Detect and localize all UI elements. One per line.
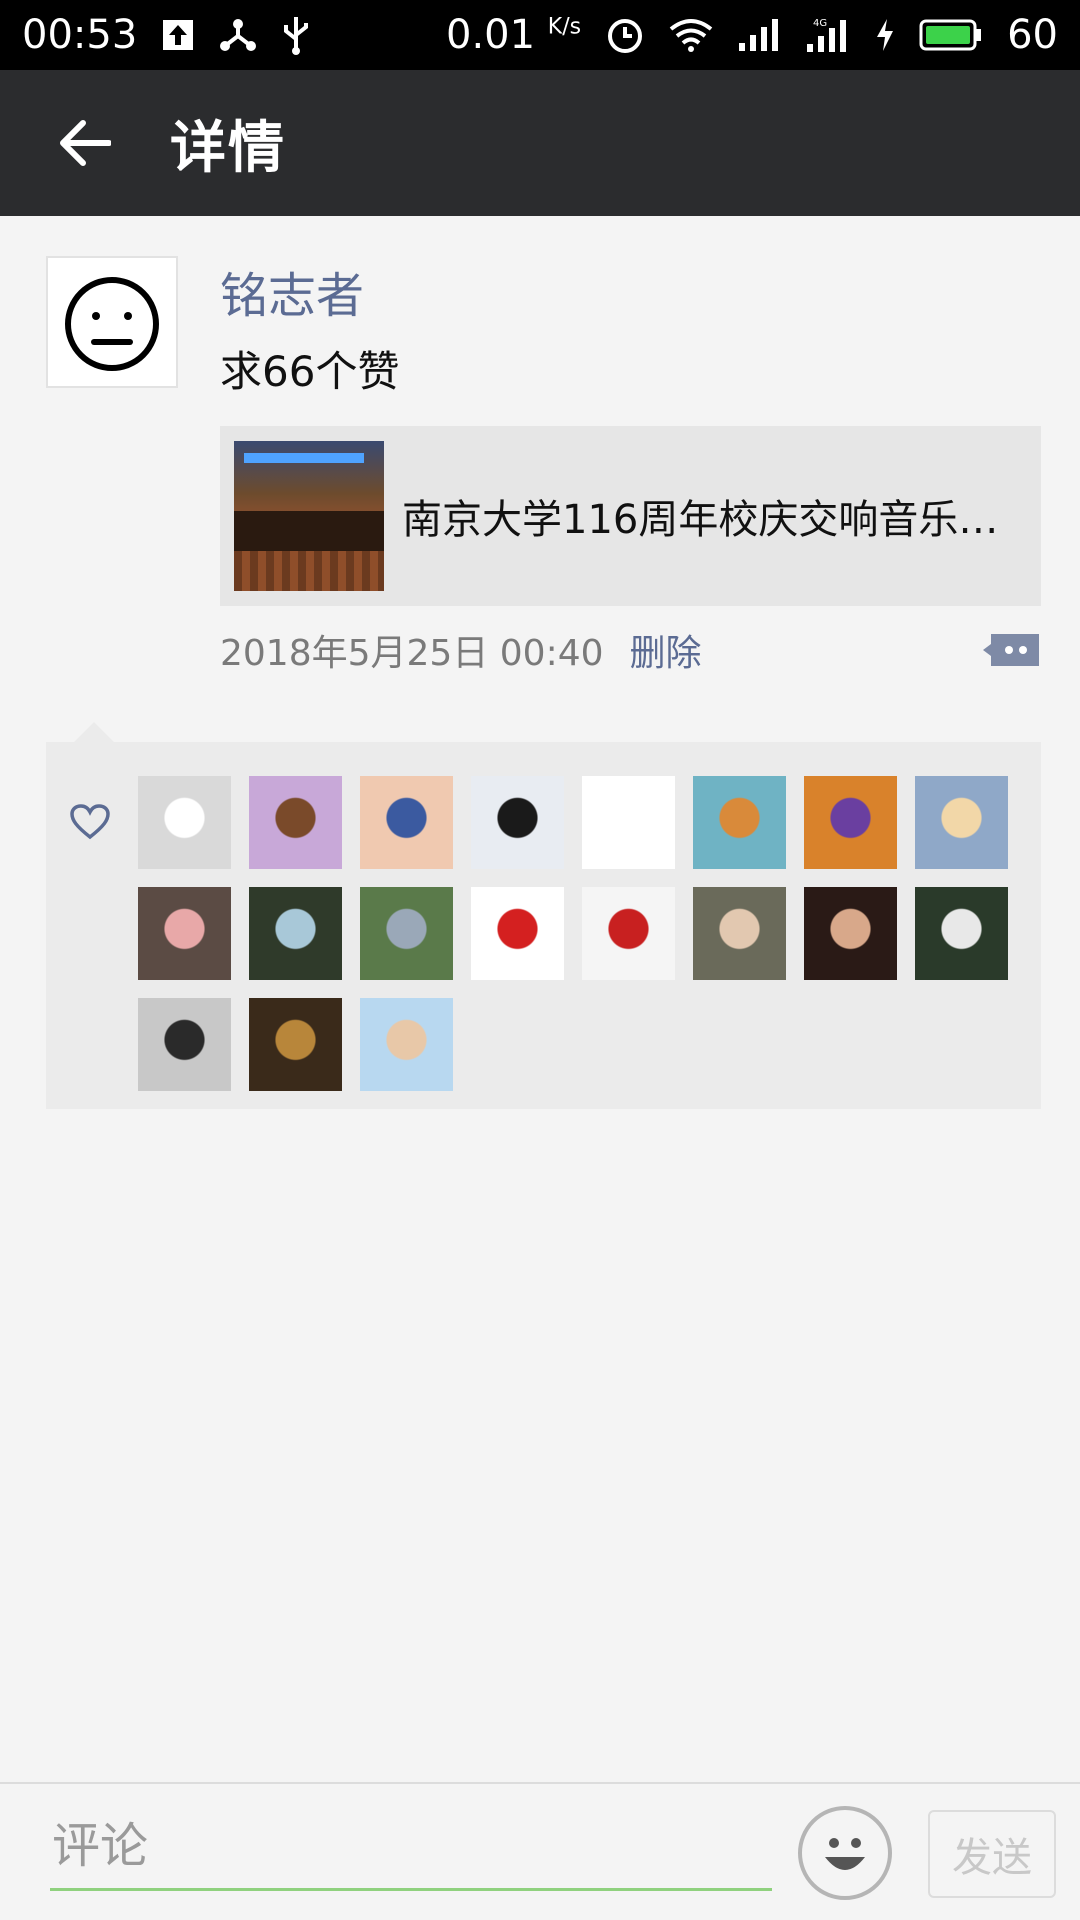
liker-avatar[interactable] [471,887,564,980]
status-bar: 00:53 0.01 K/s 4G 60 [0,0,1080,70]
liker-avatar[interactable] [360,776,453,869]
usb-tether-icon [219,13,257,57]
status-right: 0.01 K/s 4G 60 [446,12,1058,58]
liker-avatars [138,776,1008,1091]
shared-link-card[interactable]: 南京大学116周年校庆交响音乐… [220,426,1041,606]
svg-text:4G: 4G [813,18,827,29]
likes-panel [46,722,1041,1109]
app-bar: 详情 [0,70,1080,216]
usb-icon [281,13,311,57]
back-button[interactable] [0,70,170,216]
liker-avatar[interactable] [249,887,342,980]
send-button[interactable]: 发送 [928,1810,1056,1898]
liker-avatar[interactable] [471,776,564,869]
delete-button[interactable]: 删除 [630,624,702,676]
liker-avatar[interactable] [804,887,897,980]
liker-avatar[interactable] [915,776,1008,869]
battery-icon [919,13,983,57]
signal-4g-icon: 4G [805,13,851,57]
net-speed: 0.01 K/s [446,12,582,58]
liker-avatar[interactable] [138,998,231,1091]
alarm-icon [605,13,645,57]
back-arrow-icon [60,120,111,166]
upload-icon [161,13,195,57]
liker-avatar[interactable] [138,776,231,869]
heart-icon [70,804,110,844]
neutral-face-icon [65,277,159,371]
liker-avatar[interactable] [138,887,231,980]
emoji-button[interactable] [798,1806,892,1900]
liker-avatar[interactable] [360,998,453,1091]
liker-avatar[interactable] [915,887,1008,980]
author-name[interactable]: 铭志者 [220,256,364,326]
liker-avatar[interactable] [360,887,453,980]
status-time: 00:53 [22,12,138,58]
liker-avatar[interactable] [249,776,342,869]
post-text: 求66个赞 [220,347,400,396]
status-left: 00:53 [22,12,311,58]
post-timestamp: 2018年5月25日 00:40 [220,633,604,674]
page-title: 详情 [170,115,286,181]
signal-icon [737,13,781,57]
liker-avatar[interactable] [693,776,786,869]
link-thumbnail [234,441,384,591]
charging-icon [875,13,895,57]
liker-avatar[interactable] [693,887,786,980]
comment-input[interactable] [50,1804,772,1891]
liker-avatar[interactable] [249,998,342,1091]
comment-bar: 发送 [0,1782,1080,1920]
smiley-icon [825,1838,865,1870]
wifi-icon [669,13,713,57]
liker-avatar[interactable] [582,776,675,869]
post-meta: 2018年5月25日 00:40 删除 [220,618,1041,682]
comment-bubble-icon[interactable] [981,630,1041,670]
avatar[interactable] [46,256,178,388]
battery-level: 60 [1007,12,1058,58]
link-title: 南京大学116周年校庆交响音乐… [402,497,999,543]
liker-avatar[interactable] [804,776,897,869]
liker-avatar[interactable] [582,887,675,980]
